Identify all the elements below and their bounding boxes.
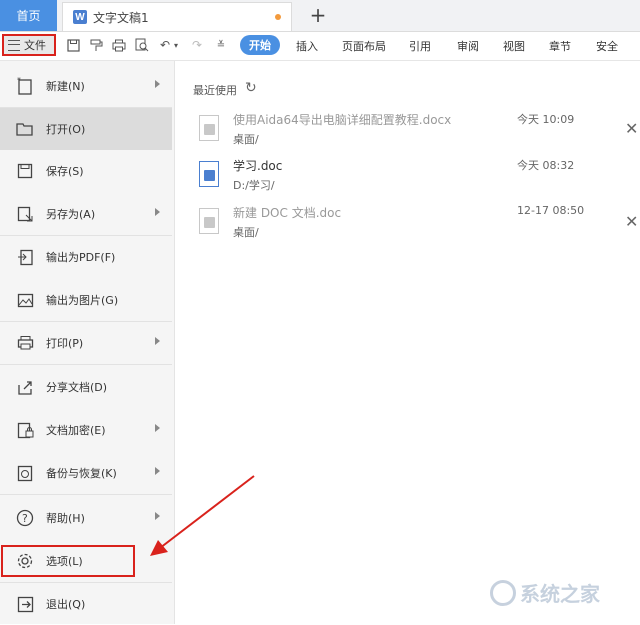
annotation-arrow <box>150 475 255 556</box>
watermark-logo: 系统之家 <box>490 578 600 607</box>
watermark-text: 系统之家 <box>520 582 600 606</box>
watermark-logo-icon <box>490 579 516 606</box>
